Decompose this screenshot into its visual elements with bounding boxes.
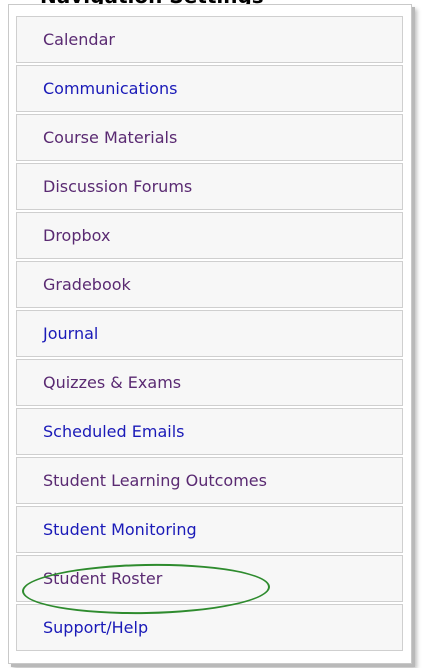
menu-item-gradebook[interactable]: Gradebook (16, 261, 403, 308)
menu-item-dropbox[interactable]: Dropbox (16, 212, 403, 259)
menu-item-scheduled-emails[interactable]: Scheduled Emails (16, 408, 403, 455)
menu-item-journal[interactable]: Journal (16, 310, 403, 357)
menu-item-student-roster[interactable]: Student Roster (16, 555, 403, 602)
menu-item-quizzes-exams[interactable]: Quizzes & Exams (16, 359, 403, 406)
menu-item-communications[interactable]: Communications (16, 65, 403, 112)
menu-item-student-learning-outcomes[interactable]: Student Learning Outcomes (16, 457, 403, 504)
menu-item-support-help[interactable]: Support/Help (16, 604, 403, 651)
menu-item-discussion-forums[interactable]: Discussion Forums (16, 163, 403, 210)
menu-item-calendar[interactable]: Calendar (16, 16, 403, 63)
menu-item-course-materials[interactable]: Course Materials (16, 114, 403, 161)
menu-item-student-monitoring[interactable]: Student Monitoring (16, 506, 403, 553)
